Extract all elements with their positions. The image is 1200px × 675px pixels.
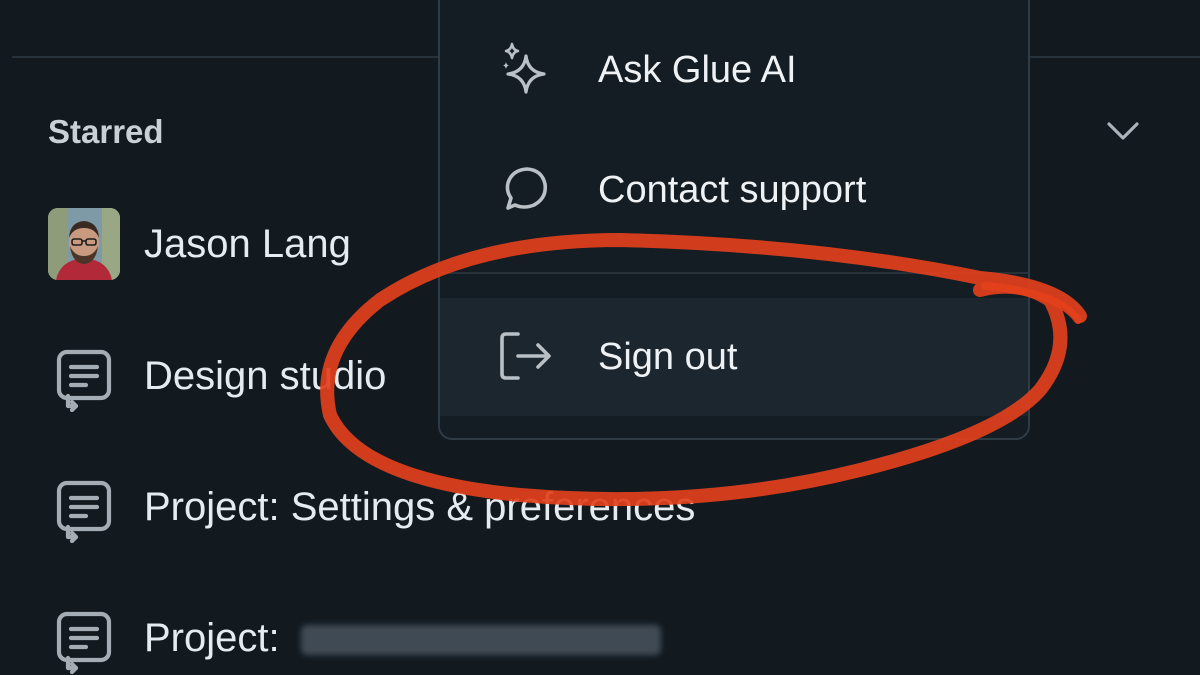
menu-item-label: Contact support bbox=[598, 169, 867, 211]
thread-icon bbox=[56, 611, 112, 674]
sidebar-item-label: Design studio bbox=[144, 354, 387, 398]
redacted-text bbox=[300, 625, 661, 656]
sidebar-item-project-redacted[interactable]: Project: bbox=[48, 598, 1148, 675]
app-screen: Starred Jason Lang Design studio Project… bbox=[0, 0, 1200, 675]
chat-bubble-icon bbox=[505, 167, 548, 210]
sidebar-item-label: Project: bbox=[144, 598, 661, 675]
menu-item-label: Ask Glue AI bbox=[598, 49, 797, 91]
sign-out-icon bbox=[500, 332, 551, 380]
sidebar-item-label: Jason Lang bbox=[144, 222, 351, 266]
menu-divider bbox=[440, 272, 1028, 274]
avatar bbox=[48, 208, 120, 280]
menu-item-label: Sign out bbox=[598, 336, 738, 378]
sidebar-item-label: Project: Settings & preferences bbox=[144, 485, 696, 529]
user-menu-popup: Ask Glue AI Contact support Sign out bbox=[438, 0, 1030, 440]
sparkles-icon bbox=[503, 42, 546, 94]
menu-item-sign-out[interactable]: Sign out bbox=[440, 298, 1028, 416]
thread-icon bbox=[56, 349, 112, 412]
sidebar-item-label-visible: Project: bbox=[144, 616, 280, 660]
menu-item-ask-glue-ai[interactable]: Ask Glue AI bbox=[440, 20, 1028, 120]
sidebar-item-project-settings[interactable]: Project: Settings & preferences bbox=[48, 467, 1148, 547]
thread-icon bbox=[56, 480, 112, 543]
menu-item-contact-support[interactable]: Contact support bbox=[440, 140, 1028, 240]
